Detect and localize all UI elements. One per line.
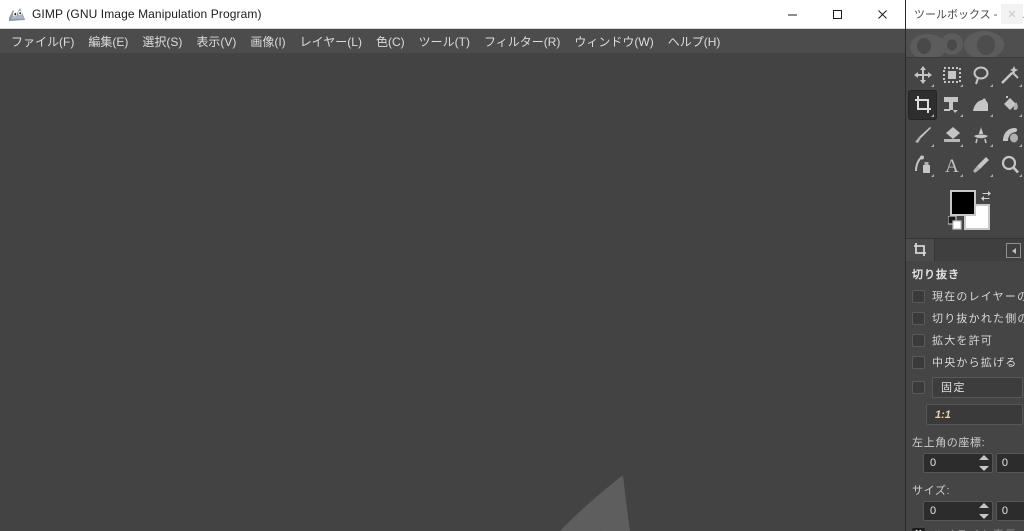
tool-warp-transform[interactable] [967, 90, 996, 120]
label-current-layer-only: 現在のレイヤーのみ [932, 291, 1024, 303]
position-x-value: 0 [930, 457, 937, 469]
label-delete-cropped-pixels: 切り抜かれた側のピ [932, 313, 1024, 325]
tool-zoom[interactable] [996, 150, 1024, 180]
size-height-value: 0 [1001, 505, 1008, 517]
fixed-mode-select[interactable]: 固定 [932, 376, 1023, 398]
menu-select[interactable]: 選択(S) [135, 30, 189, 53]
option-expand-from-center[interactable]: 中央から拡げる [906, 351, 1024, 373]
tool-free-select[interactable] [967, 60, 996, 90]
position-x-input[interactable]: 0 [923, 453, 993, 473]
size-height-input[interactable]: 0 [995, 501, 1024, 521]
size-width-input[interactable]: 0 [923, 501, 993, 521]
toolbox-titlebar: ツールボックス - ツー... ✕ [906, 0, 1024, 29]
titlebar: GIMP (GNU Image Manipulation Program) [0, 0, 905, 29]
checkbox-current-layer-only[interactable] [912, 289, 925, 303]
tool-eraser[interactable] [937, 120, 966, 150]
wilber-watermark [560, 475, 630, 531]
menu-help[interactable]: ヘルプ(H) [661, 30, 728, 53]
tool-grid: A [906, 58, 1024, 184]
checkbox-fixed[interactable] [912, 380, 925, 394]
label-show-highlight: ハイライト表示 [932, 526, 1017, 531]
foreground-color-swatch[interactable] [950, 190, 976, 216]
aspect-ratio-row: 1:1 [906, 399, 1024, 425]
menu-layer[interactable]: レイヤー(L) [293, 30, 369, 53]
tool-text[interactable]: A [937, 150, 966, 180]
size-width-stepper[interactable] [978, 503, 990, 519]
wilber-icon [6, 3, 28, 25]
menu-image[interactable]: 画像(I) [243, 30, 292, 53]
wilber-banner-icon [910, 31, 1004, 57]
menu-view[interactable]: 表示(V) [189, 30, 243, 53]
toolbox-wilber-banner [906, 29, 1024, 58]
tool-options-body: 切り抜き 現在のレイヤーのみ 切り抜かれた側のピ 拡大を許可 中央から拡げる 固… [906, 261, 1024, 531]
svg-text:A: A [945, 156, 959, 175]
close-button[interactable] [860, 0, 905, 28]
color-swatch-area [906, 184, 1024, 238]
tool-move[interactable] [908, 60, 937, 90]
option-current-layer-only[interactable]: 現在のレイヤーのみ [906, 285, 1024, 307]
swap-colors-icon[interactable] [980, 188, 992, 201]
size-width-value: 0 [930, 505, 937, 517]
gimp-application: GIMP (GNU Image Manipulation Program) ファ… [0, 0, 1024, 531]
checkbox-allow-growing[interactable] [912, 333, 925, 347]
menu-file[interactable]: ファイル(F) [4, 30, 81, 53]
checkbox-show-highlight[interactable]: ✖ [912, 527, 925, 531]
window-controls [770, 0, 905, 28]
tool-paintbrush[interactable] [908, 120, 937, 150]
tool-ink[interactable] [908, 150, 937, 180]
dock-menu-icon[interactable] [1006, 243, 1021, 258]
option-allow-growing[interactable]: 拡大を許可 [906, 329, 1024, 351]
position-x-stepper[interactable] [978, 455, 990, 471]
minimize-button[interactable] [770, 0, 815, 28]
size-row: 0 0 [906, 501, 1024, 521]
checkbox-expand-from-center[interactable] [912, 355, 925, 369]
fixed-aspect-row: 固定 [906, 375, 1024, 399]
image-canvas[interactable] [0, 53, 905, 531]
position-label: 左上角の座標: [912, 437, 986, 449]
menu-colors[interactable]: 色(C) [369, 30, 412, 53]
label-allow-growing: 拡大を許可 [932, 335, 993, 347]
aspect-ratio-input[interactable]: 1:1 [926, 404, 1023, 425]
maximize-button[interactable] [815, 0, 860, 28]
size-label: サイズ: [912, 485, 951, 497]
menu-windows[interactable]: ウィンドウ(W) [567, 30, 660, 53]
tool-options-heading: 切り抜き [912, 269, 960, 281]
tool-crop[interactable] [908, 90, 937, 120]
tool-fuzzy-select[interactable] [996, 60, 1024, 90]
checkbox-delete-cropped-pixels[interactable] [912, 311, 925, 325]
tool-bucket-fill[interactable] [996, 90, 1024, 120]
window-title: GIMP (GNU Image Manipulation Program) [32, 7, 262, 21]
menu-edit[interactable]: 編集(E) [81, 30, 135, 53]
tab-tool-options[interactable] [906, 239, 935, 261]
position-y-value: 0 [1001, 457, 1008, 469]
tool-options-tabrow [906, 238, 1024, 261]
menubar: ファイル(F) 編集(E) 選択(S) 表示(V) 画像(I) レイヤー(L) … [0, 29, 905, 54]
tool-clone[interactable] [996, 120, 1024, 150]
toolbox-dock-window: ツールボックス - ツー... ✕ A 切り抜き 現在のレイヤー 切り抜かれた側… [905, 0, 1024, 531]
tool-smudge[interactable] [967, 120, 996, 150]
tool-unified-transform[interactable] [937, 90, 966, 120]
option-show-highlight[interactable]: ✖ ハイライト表示 [906, 523, 1024, 531]
label-expand-from-center: 中央から拡げる [932, 357, 1018, 369]
main-window: GIMP (GNU Image Manipulation Program) ファ… [0, 0, 905, 531]
tool-rect-select[interactable] [937, 60, 966, 90]
position-y-input[interactable]: 0 [995, 453, 1024, 473]
reset-colors-icon[interactable] [947, 215, 962, 230]
crop-tool-icon [914, 243, 926, 256]
position-row: 0 0 [906, 453, 1024, 473]
menu-filters[interactable]: フィルター(R) [477, 30, 567, 53]
tool-color-picker[interactable] [967, 150, 996, 180]
toolbox-close-button[interactable]: ✕ [1001, 4, 1023, 24]
option-delete-cropped-pixels[interactable]: 切り抜かれた側のピ [906, 307, 1024, 329]
menu-tools[interactable]: ツール(T) [412, 30, 477, 53]
